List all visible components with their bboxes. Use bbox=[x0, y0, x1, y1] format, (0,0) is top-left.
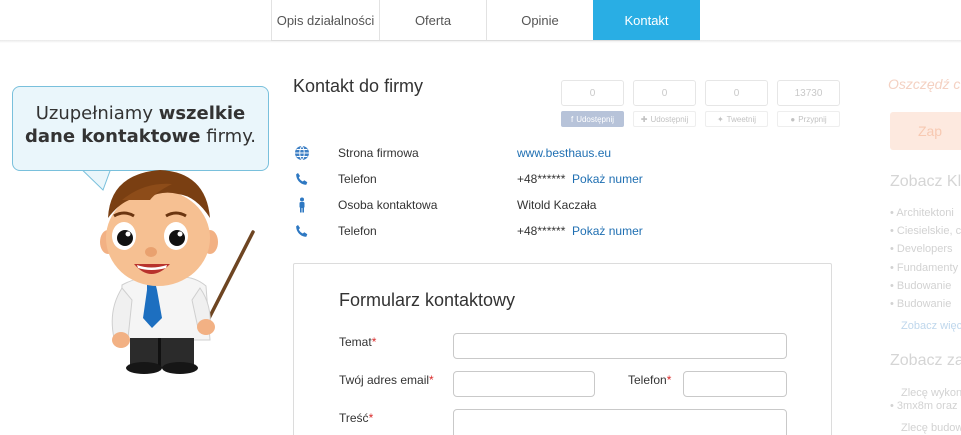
share-facebook-button[interactable]: f Udostępnij bbox=[561, 111, 624, 127]
contact-phone-row: Telefon +48****** Pokaż numer bbox=[293, 169, 643, 189]
contact-form: Formularz kontaktowy Temat* Twój adres e… bbox=[293, 263, 832, 435]
sidebar-cta-button[interactable]: Zap bbox=[890, 112, 961, 150]
globe-icon bbox=[293, 144, 311, 162]
message-label: Treść* bbox=[339, 411, 374, 425]
person-icon bbox=[293, 196, 311, 214]
social-share-buttons: f Udostępnij ✚ Udostępnij ✦ Tweetnij ● Przyp… bbox=[561, 111, 840, 127]
tab-opis[interactable]: Opis działalności bbox=[271, 0, 379, 40]
share-twitter-button[interactable]: ✦ Tweetnij bbox=[705, 111, 768, 127]
form-title: Formularz kontaktowy bbox=[339, 290, 516, 310]
phone-input[interactable] bbox=[683, 371, 787, 397]
tab-bar: Opis działalności Oferta Opinie Kontakt bbox=[271, 0, 700, 41]
counter-facebook: 0 bbox=[561, 80, 624, 106]
share-pinterest-button[interactable]: ● Przypnij bbox=[777, 111, 840, 127]
twitter-icon: ✦ bbox=[716, 114, 724, 124]
sidebar-item[interactable]: Zlecę budow bbox=[901, 422, 961, 434]
counter-twitter: 0 bbox=[705, 80, 768, 106]
right-sidebar: Oszczędź c Zap Zobacz Kl • Architektoni … bbox=[885, 0, 961, 435]
message-textarea[interactable] bbox=[453, 409, 787, 435]
pinterest-icon: ● bbox=[790, 114, 796, 124]
sidebar-item[interactable]: • 3mx8m oraz bbox=[890, 400, 957, 412]
sidebar-item[interactable]: • Budowanie bbox=[890, 298, 951, 310]
tab-opinie[interactable]: Opinie bbox=[486, 0, 593, 40]
sidebar-item[interactable]: • Budowanie bbox=[890, 280, 951, 292]
sidebar-item[interactable]: • Architektoni bbox=[890, 207, 954, 219]
counter-google: 0 bbox=[633, 80, 696, 106]
facebook-icon: f bbox=[570, 114, 574, 124]
subject-label: Temat* bbox=[339, 335, 377, 349]
show-number2-link[interactable]: Pokaż numer bbox=[572, 224, 643, 238]
tab-oferta[interactable]: Oferta bbox=[379, 0, 486, 40]
cartoon-man-illustration bbox=[100, 170, 255, 374]
contact-phone2-row: Telefon +48****** Pokaż numer bbox=[293, 221, 643, 241]
share-google-button[interactable]: ✚ Udostępnij bbox=[633, 111, 696, 127]
phone-label: Telefon* bbox=[628, 373, 672, 387]
tab-kontakt[interactable]: Kontakt bbox=[593, 0, 700, 40]
contact-person-row: Osoba kontaktowa Witold Kaczała bbox=[293, 195, 596, 215]
website-link[interactable]: www.besthaus.eu bbox=[517, 146, 611, 160]
subject-input[interactable] bbox=[453, 333, 787, 359]
sidebar-item[interactable]: • Ciesielskie, c bbox=[890, 225, 961, 237]
contact-website-row: Strona firmowa www.besthaus.eu bbox=[293, 143, 611, 163]
sidebar-heading-2: Zobacz za bbox=[890, 352, 961, 369]
google-plus-icon: ✚ bbox=[640, 114, 648, 124]
email-label: Twój adres email* bbox=[339, 373, 434, 387]
sidebar-promo-text: Oszczędź c bbox=[888, 76, 961, 92]
counter-pinterest: 13730 bbox=[777, 80, 840, 106]
sidebar-more-link[interactable]: Zobacz więc bbox=[901, 320, 961, 332]
phone-icon bbox=[293, 170, 311, 188]
speech-bubble: Uzupełniamy wszelkie dane kontaktowe fir… bbox=[12, 86, 269, 171]
page-title: Kontakt do firmy bbox=[293, 76, 424, 96]
sidebar-heading-1: Zobacz Kl bbox=[890, 173, 961, 190]
show-number-link[interactable]: Pokaż numer bbox=[572, 172, 643, 186]
email-input[interactable] bbox=[453, 371, 595, 397]
phone-icon bbox=[293, 222, 311, 240]
sidebar-item[interactable]: • Fundamenty bbox=[890, 262, 958, 274]
sidebar-item[interactable]: • Developers bbox=[890, 243, 953, 255]
social-counters: 0 0 0 13730 bbox=[561, 80, 840, 106]
sidebar-item[interactable]: Zlecę wykon bbox=[901, 387, 961, 399]
